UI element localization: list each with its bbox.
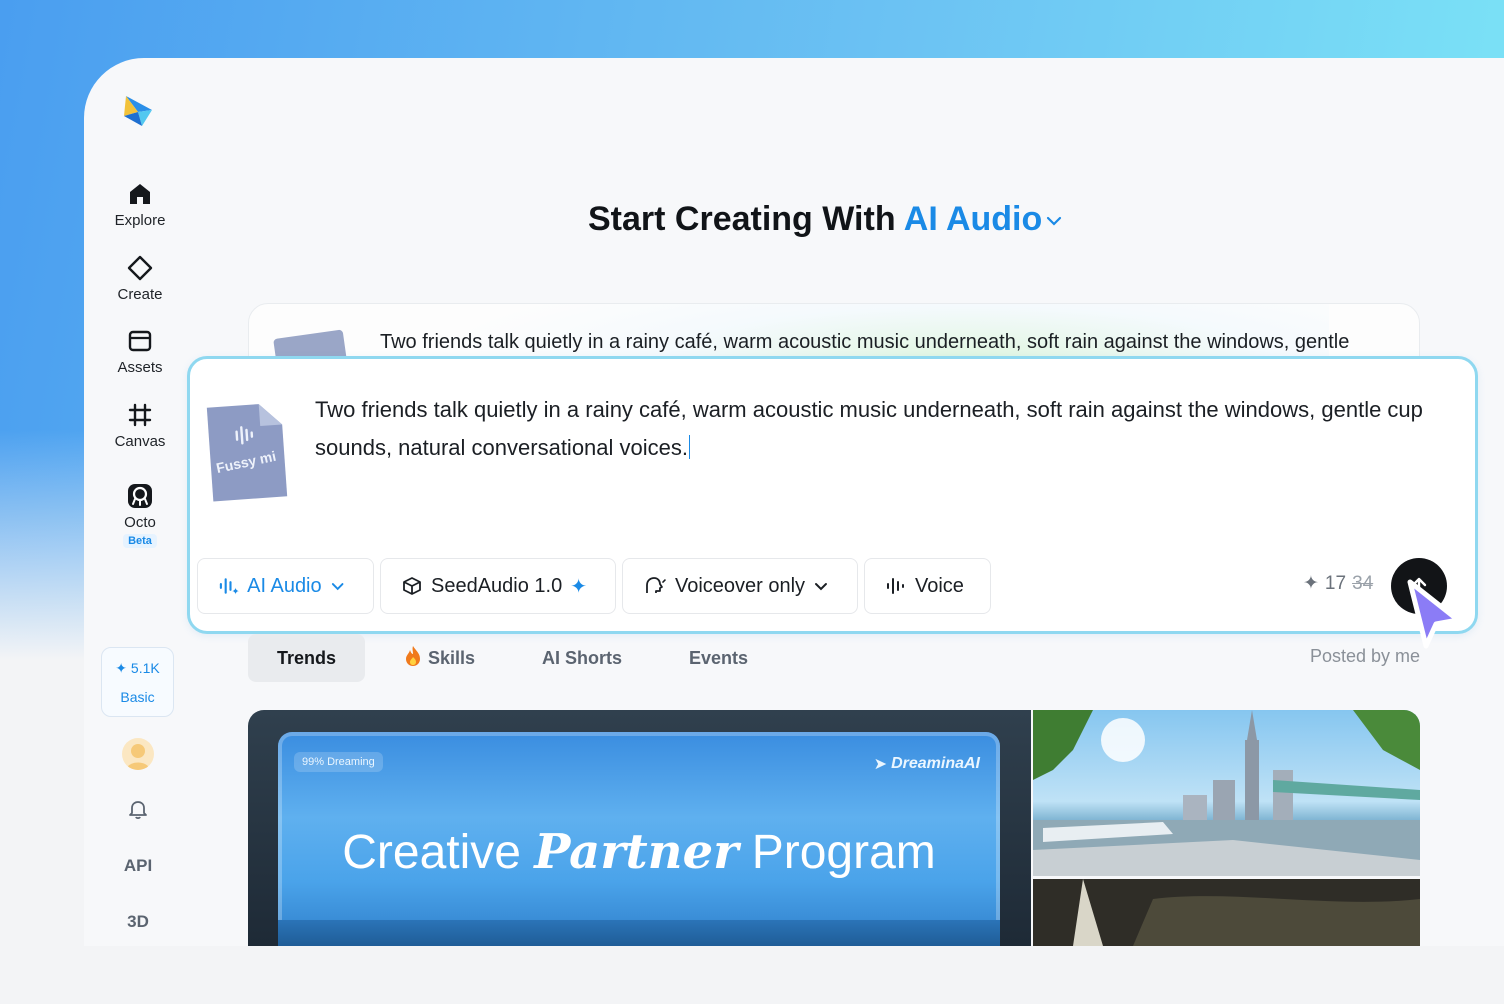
audio-file-thumbnail[interactable]: Fussy mi [204,399,290,505]
octo-icon [128,484,152,508]
credit-cost: ✦ 17 34 [1303,572,1373,595]
sidebar: Explore Create Assets Canvas Octo Beta ✦… [84,58,196,946]
voice-selector[interactable]: Voice [864,558,991,614]
city-train-image[interactable] [1033,710,1420,876]
sidebar-item-create[interactable]: Create [84,254,196,303]
svg-text:✦: ✦ [231,587,239,597]
sidebar-item-assets[interactable]: Assets [84,327,196,376]
folder-icon [128,330,152,352]
prompt-card: Fussy mi Two friends talk quietly in a r… [187,356,1478,634]
chevron-down-icon [815,583,828,591]
prompt-input[interactable]: Two friends talk quietly in a rainy café… [315,391,1435,467]
voice-wave-icon [887,578,904,594]
banner-screen: 99% Dreaming ➤ DreaminaAI Creative Partn… [278,732,1000,946]
tab-events[interactable]: Events [660,634,777,682]
bell-icon [129,801,147,820]
sparkle-icon: ✦ [115,660,128,676]
previous-prompt-text: Two friends talk quietly in a rainy café… [380,331,1350,353]
sparkle-icon: ✦ [570,575,587,598]
mode-dropdown-label: AI Audio [247,574,322,597]
output-type-dropdown[interactable]: Voiceover only [622,558,858,614]
banner-title-part: Creative [342,826,535,879]
banner-title-part: Program [738,826,936,879]
fire-icon [404,645,422,672]
api-link[interactable]: API [84,856,192,876]
sidebar-item-label: Create [117,286,163,303]
feed-tabs: Trends Skills AI Shorts Events Posted by… [248,632,1420,684]
mode-dropdown[interactable]: ✦ AI Audio [197,558,374,614]
credit-cost-value: 17 [1324,572,1347,594]
canyon-image[interactable] [1033,879,1420,946]
model-selector-label: SeedAudio 1.0 [431,574,563,597]
sidebar-item-octo[interactable]: Octo Beta [84,482,196,548]
tab-skills-label: Skills [428,647,476,668]
credits-amount: ✦ 5.1K [115,660,160,676]
logo-icon: ➤ [873,756,888,773]
mode-selector[interactable]: AI Audio [904,200,1065,238]
chevron-down-icon [331,583,344,591]
canyon-illustration [1033,879,1420,946]
brand-logo: ➤ DreaminaAI [874,754,980,774]
model-selector[interactable]: SeedAudio 1.0 ✦ [380,558,616,614]
cube-icon [403,577,421,595]
speaking-head-icon [646,577,666,593]
sidebar-item-canvas[interactable]: Canvas [84,401,196,450]
plan-label: Basic [120,689,155,705]
credit-cost-original: 34 [1352,572,1374,594]
banner-title-italic: Partner [534,824,739,880]
sidebar-item-label: Assets [117,359,163,376]
sidebar-item-label: Octo [124,514,156,531]
diamond-icon [127,255,153,281]
audio-wave-icon: ✦ [219,578,239,597]
prompt-input-text: Two friends talk quietly in a rainy café… [315,397,1423,460]
city-illustration [1033,710,1420,876]
tab-skills[interactable]: Skills [375,634,504,682]
mode-selector-label: AI Audio [903,200,1043,238]
beta-badge: Beta [123,534,157,548]
mouse-pointer-icon [1407,579,1461,649]
three-d-link[interactable]: 3D [84,912,192,932]
user-avatar-icon [126,744,150,770]
home-icon [130,184,150,204]
credits-box[interactable]: ✦ 5.1K Basic [101,647,174,717]
notifications-button[interactable] [84,797,192,826]
banner-tag: 99% Dreaming [294,752,383,772]
frame-icon [128,403,152,427]
voice-selector-label: Voice [915,574,964,597]
creative-partner-banner[interactable]: 99% Dreaming ➤ DreaminaAI Creative Partn… [248,710,1031,946]
tab-trends[interactable]: Trends [248,634,366,682]
page-title: Start Creating With AI Audio [588,200,1064,239]
sidebar-item-label: Explore [114,212,166,229]
brand-name: DreaminaAI [891,755,980,772]
tab-ai-shorts[interactable]: AI Shorts [513,634,651,682]
title-prefix: Start Creating With [588,200,896,238]
chevron-down-icon [1047,216,1062,226]
banner-sea [278,920,1000,946]
text-caret [689,435,690,459]
avatar[interactable] [122,738,154,770]
output-type-label: Voiceover only [674,574,806,597]
app-logo-icon[interactable] [120,92,156,128]
sidebar-item-label: Canvas [114,433,166,450]
sidebar-item-explore[interactable]: Explore [84,180,196,229]
banner-title: Creative Partner Program [278,824,1000,880]
sparkle-icon: ✦ [1303,573,1319,594]
